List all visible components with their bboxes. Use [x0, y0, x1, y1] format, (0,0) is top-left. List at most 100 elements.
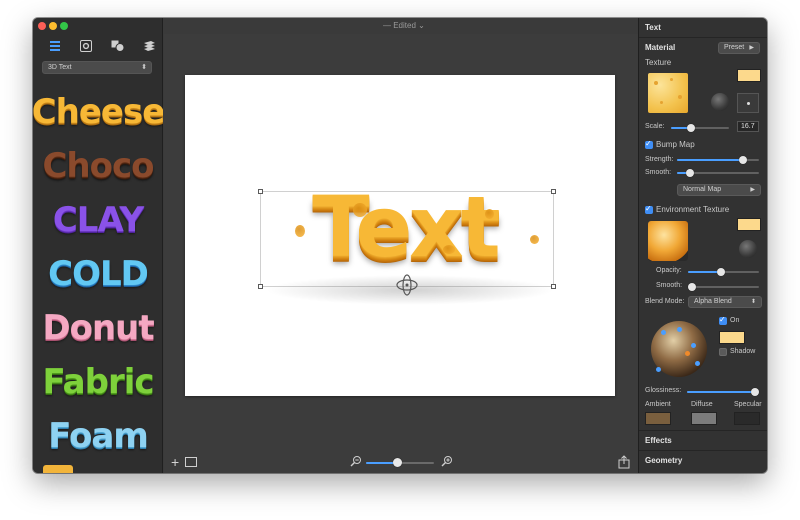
strength-slider[interactable] [677, 156, 759, 164]
fit-canvas-icon[interactable] [185, 457, 197, 467]
normal-map-button[interactable]: Normal Map ▶ [677, 184, 761, 196]
minimize-window-button[interactable] [49, 22, 57, 30]
light-handle[interactable] [691, 343, 696, 348]
effects-section[interactable]: Effects [645, 436, 767, 445]
preset-cheese[interactable]: Cheese [33, 87, 163, 137]
material-sphere-icon[interactable] [711, 93, 729, 111]
scale-slider[interactable] [671, 124, 729, 132]
lighting-sphere[interactable] [651, 321, 707, 377]
resize-handle[interactable] [551, 284, 556, 289]
bump-smooth-slider[interactable] [677, 169, 759, 177]
document-canvas[interactable]: Text [185, 75, 615, 396]
normal-map-label: Normal Map [683, 186, 722, 193]
resize-handle[interactable] [551, 189, 556, 194]
document-title-text: — Edited [383, 21, 416, 30]
specular-label: Specular [734, 401, 762, 408]
light-handle[interactable] [685, 351, 690, 356]
rotate-gizmo-icon[interactable] [395, 273, 419, 297]
env-smooth-slider[interactable] [688, 283, 759, 291]
resize-handle[interactable] [258, 189, 263, 194]
close-window-button[interactable] [38, 22, 46, 30]
strength-slider-fill [677, 159, 743, 161]
light-handle[interactable] [661, 330, 666, 335]
texture-color-swatch[interactable] [737, 69, 761, 82]
ambient-color-swatch[interactable] [645, 412, 671, 425]
texture-spot [660, 101, 663, 104]
preset-sidebar: 3D Text ⬍ Cheese Choco CLAY COLD Donut F… [33, 18, 163, 473]
zoom-window-button[interactable] [60, 22, 68, 30]
opacity-label: Opacity: [656, 267, 682, 274]
category-select[interactable]: 3D Text ⬍ [42, 61, 152, 74]
environment-texture-label: Environment Texture [656, 205, 730, 214]
zoom-out-icon[interactable] [350, 455, 362, 467]
light-color-swatch[interactable] [719, 331, 745, 344]
texture-spot [654, 81, 658, 85]
glossiness-slider[interactable] [687, 388, 759, 396]
opacity-slider-knob[interactable] [717, 268, 725, 276]
light-handle[interactable] [677, 327, 682, 332]
glossiness-slider-knob[interactable] [751, 388, 759, 396]
texture-thumbnail[interactable] [648, 73, 688, 113]
light-handle[interactable] [695, 361, 700, 366]
app-window: 3D Text ⬍ Cheese Choco CLAY COLD Donut F… [33, 18, 767, 473]
scale-label: Scale: [645, 123, 665, 130]
diffuse-label: Diffuse [691, 401, 713, 408]
document-title[interactable]: — Edited ⌄ [383, 21, 425, 30]
zoom-in-icon[interactable] [441, 455, 453, 467]
specular-color-swatch[interactable] [734, 412, 760, 425]
share-icon[interactable] [618, 455, 630, 469]
divider [639, 450, 767, 451]
shapes-icon[interactable] [110, 39, 126, 53]
resize-handle[interactable] [258, 284, 263, 289]
environment-sphere-icon[interactable] [739, 240, 757, 258]
environment-thumbnail[interactable] [648, 221, 688, 261]
light-on-checkbox[interactable] [719, 315, 727, 325]
strength-slider-knob[interactable] [739, 156, 747, 164]
preset-foam[interactable]: Foam [39, 411, 157, 461]
preset-button-label: Preset [724, 44, 745, 51]
divider [639, 37, 767, 38]
preset-partial[interactable] [43, 465, 73, 473]
dot-icon [747, 102, 750, 105]
environment-texture-checkbox[interactable] [645, 204, 653, 214]
shadow-label: Shadow [730, 348, 756, 355]
blend-mode-select[interactable]: Alpha Blend ⬍ [688, 296, 762, 308]
light-handle[interactable] [656, 367, 661, 372]
add-icon[interactable]: + [171, 454, 179, 470]
preset-donut[interactable]: Donut [39, 303, 157, 353]
scale-slider-knob[interactable] [687, 124, 695, 132]
diffuse-color-swatch[interactable] [691, 412, 717, 425]
settings-box-icon[interactable] [78, 39, 94, 53]
glossiness-label: Glossiness: [645, 387, 682, 394]
ambient-label: Ambient [645, 401, 671, 408]
blend-mode-label: Blend Mode: [645, 298, 685, 305]
env-smooth-slider-knob[interactable] [688, 283, 696, 291]
list-icon[interactable] [47, 39, 63, 53]
zoom-slider-knob[interactable] [392, 458, 402, 467]
texture-mode-button[interactable] [737, 93, 759, 113]
preset-choco[interactable]: Choco [39, 141, 157, 191]
opacity-slider[interactable] [688, 268, 759, 276]
geometry-section[interactable]: Geometry [645, 456, 767, 465]
light-on-label: On [730, 317, 740, 324]
preset-cold[interactable]: COLD [39, 249, 157, 299]
preset-fabric[interactable]: Fabric [39, 357, 157, 407]
bump-map-checkbox[interactable] [645, 139, 653, 149]
updown-chevron-icon: ⬍ [750, 299, 756, 305]
bump-smooth-slider-knob[interactable] [686, 169, 694, 177]
inspector-panel: Text Material Preset ▶ Texture Scale: 16… [638, 18, 767, 473]
layers-icon[interactable] [141, 39, 157, 53]
play-icon: ▶ [750, 187, 755, 193]
canvas-area: Text + [164, 34, 638, 473]
texture-spot [670, 78, 673, 81]
play-icon: ▶ [749, 45, 754, 51]
environment-color-swatch[interactable] [737, 218, 761, 231]
env-smooth-label: Smooth: [656, 282, 683, 289]
scale-value-field[interactable]: 16.7 [737, 121, 759, 132]
inspector-title: Text [645, 23, 661, 32]
shadow-checkbox[interactable] [719, 348, 727, 356]
divider [639, 430, 767, 431]
preset-button[interactable]: Preset ▶ [718, 42, 760, 54]
preset-clay[interactable]: CLAY [39, 195, 157, 245]
blend-mode-value: Alpha Blend [694, 298, 732, 305]
